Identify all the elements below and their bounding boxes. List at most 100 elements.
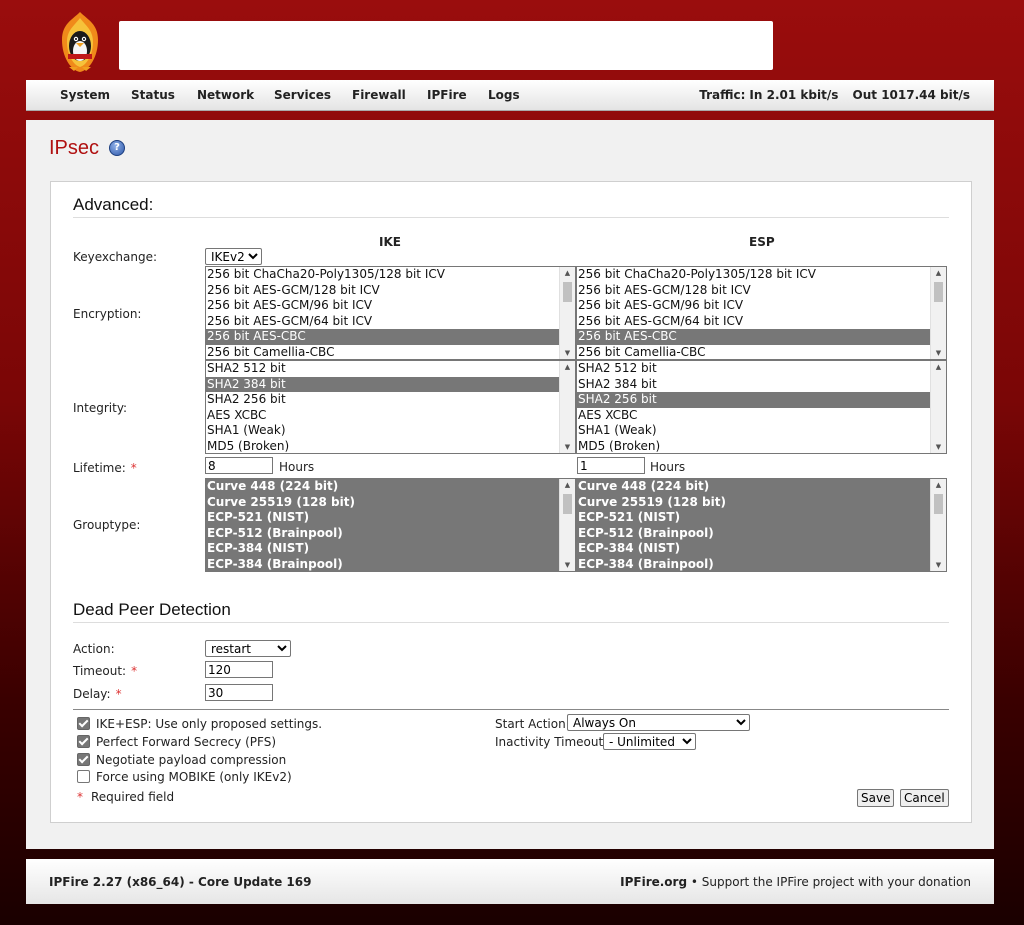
scroll-down-icon[interactable]: ▼ bbox=[560, 347, 575, 359]
use-only-proposed-checkbox[interactable]: IKE+ESP: Use only proposed settings. bbox=[77, 717, 322, 731]
list-option[interactable]: Curve 25519 (128 bit) bbox=[206, 494, 559, 510]
list-option[interactable]: 256 bit ChaCha20-Poly1305/128 bit ICV bbox=[206, 267, 559, 283]
scroll-thumb[interactable] bbox=[934, 282, 943, 302]
donation-link[interactable]: Support the IPFire project with your don… bbox=[702, 875, 971, 889]
scroll-down-icon[interactable]: ▼ bbox=[931, 441, 946, 453]
list-option[interactable]: ECP-384 (Brainpool) bbox=[577, 556, 930, 571]
scrollbar[interactable]: ▲ ▼ bbox=[930, 361, 946, 453]
scroll-down-icon[interactable]: ▼ bbox=[560, 441, 575, 453]
checkbox-box[interactable] bbox=[77, 735, 90, 748]
esp-lifetime-input[interactable] bbox=[577, 457, 645, 474]
list-option[interactable]: SHA2 256 bit bbox=[206, 392, 559, 408]
scroll-down-icon[interactable]: ▼ bbox=[931, 559, 946, 571]
list-option[interactable]: SHA2 384 bit bbox=[577, 377, 930, 393]
checkbox-box[interactable] bbox=[77, 770, 90, 783]
esp-column-header: ESP bbox=[749, 235, 775, 249]
scrollbar[interactable]: ▲ ▼ bbox=[930, 479, 946, 571]
options-divider bbox=[73, 709, 949, 710]
list-option[interactable]: 256 bit Camellia-CBC bbox=[206, 345, 559, 360]
menu-firewall[interactable]: Firewall bbox=[352, 88, 406, 102]
list-option[interactable]: AES XCBC bbox=[206, 408, 559, 424]
checkbox-box[interactable] bbox=[77, 717, 90, 730]
dpd-timeout-input[interactable] bbox=[205, 661, 273, 678]
scroll-up-icon[interactable]: ▲ bbox=[560, 361, 575, 373]
list-option[interactable]: 256 bit Camellia-CBC bbox=[577, 345, 930, 360]
list-option[interactable]: ECP-521 (NIST) bbox=[577, 510, 930, 526]
menu-network[interactable]: Network bbox=[197, 88, 254, 102]
scrollbar[interactable]: ▲ ▼ bbox=[559, 361, 575, 453]
list-option[interactable]: ECP-384 (NIST) bbox=[206, 541, 559, 557]
list-option[interactable]: Curve 25519 (128 bit) bbox=[577, 494, 930, 510]
list-option[interactable]: SHA2 384 bit bbox=[206, 376, 559, 392]
list-option[interactable]: SHA2 512 bit bbox=[577, 361, 930, 377]
list-option[interactable]: 256 bit AES-GCM/128 bit ICV bbox=[577, 283, 930, 299]
ipfire-org-link[interactable]: IPFire.org bbox=[620, 875, 687, 889]
scrollbar[interactable]: ▲ ▼ bbox=[930, 267, 946, 359]
mobike-checkbox[interactable]: Force using MOBIKE (only IKEv2) bbox=[77, 770, 292, 784]
ike-integrity-list[interactable]: SHA2 512 bit SHA2 384 bit SHA2 256 bit AES … bbox=[205, 360, 576, 454]
scroll-up-icon[interactable]: ▲ bbox=[560, 479, 575, 491]
dpd-action-select[interactable]: restart bbox=[205, 640, 291, 657]
list-option[interactable]: 256 bit AES-GCM/128 bit ICV bbox=[206, 283, 559, 299]
scroll-thumb[interactable] bbox=[563, 494, 572, 514]
list-option[interactable]: ECP-521 (NIST) bbox=[206, 510, 559, 526]
list-option[interactable]: 256 bit AES-GCM/64 bit ICV bbox=[577, 314, 930, 330]
list-option[interactable]: MD5 (Broken) bbox=[577, 439, 930, 454]
start-action-select[interactable]: Always On bbox=[567, 714, 750, 731]
list-option[interactable]: Curve 448 (224 bit) bbox=[577, 479, 930, 495]
required-asterisk: * bbox=[77, 790, 83, 804]
list-option[interactable]: SHA2 256 bit bbox=[577, 392, 930, 408]
ipfire-logo[interactable] bbox=[54, 10, 106, 74]
inactivity-timeout-select[interactable]: - Unlimited - bbox=[603, 733, 696, 750]
list-option[interactable]: 256 bit AES-CBC bbox=[206, 329, 559, 345]
menu-system[interactable]: System bbox=[60, 88, 110, 102]
menu-services[interactable]: Services bbox=[274, 88, 331, 102]
ike-encryption-list[interactable]: 256 bit ChaCha20-Poly1305/128 bit ICV 256… bbox=[205, 266, 576, 360]
save-button[interactable]: Save bbox=[857, 789, 895, 807]
scroll-down-icon[interactable]: ▼ bbox=[560, 559, 575, 571]
dpd-delay-label-text: Delay: bbox=[73, 687, 111, 701]
scroll-up-icon[interactable]: ▲ bbox=[560, 267, 575, 279]
dpd-delay-input[interactable] bbox=[205, 684, 273, 701]
pfs-checkbox[interactable]: Perfect Forward Secrecy (PFS) bbox=[77, 735, 276, 749]
encryption-label: Encryption: bbox=[73, 307, 142, 321]
scroll-up-icon[interactable]: ▲ bbox=[931, 361, 946, 373]
help-icon[interactable]: ? bbox=[109, 140, 125, 156]
scroll-thumb[interactable] bbox=[563, 282, 572, 302]
list-option[interactable]: ECP-384 (Brainpool) bbox=[206, 556, 559, 571]
list-option[interactable]: SHA2 512 bit bbox=[206, 361, 559, 377]
list-option[interactable]: 256 bit AES-GCM/96 bit ICV bbox=[577, 298, 930, 314]
ike-lifetime-input[interactable] bbox=[205, 457, 273, 474]
keyexchange-select[interactable]: IKEv2 bbox=[205, 248, 262, 265]
scroll-down-icon[interactable]: ▼ bbox=[931, 347, 946, 359]
esp-encryption-list[interactable]: 256 bit ChaCha20-Poly1305/128 bit ICV 256… bbox=[576, 266, 947, 360]
list-option[interactable]: Curve 448 (224 bit) bbox=[206, 479, 559, 495]
scroll-up-icon[interactable]: ▲ bbox=[931, 479, 946, 491]
page-title: IPsec bbox=[49, 137, 100, 159]
list-option[interactable]: ECP-512 (Brainpool) bbox=[206, 525, 559, 541]
list-option[interactable]: ECP-512 (Brainpool) bbox=[577, 525, 930, 541]
list-option[interactable]: SHA1 (Weak) bbox=[206, 423, 559, 439]
scrollbar[interactable]: ▲ ▼ bbox=[559, 479, 575, 571]
menu-ipfire[interactable]: IPFire bbox=[427, 88, 467, 102]
grouptype-label: Grouptype: bbox=[73, 518, 141, 532]
list-option[interactable]: SHA1 (Weak) bbox=[577, 423, 930, 439]
compression-checkbox[interactable]: Negotiate payload compression bbox=[77, 753, 286, 767]
list-option[interactable]: 256 bit AES-GCM/96 bit ICV bbox=[206, 298, 559, 314]
list-option[interactable]: MD5 (Broken) bbox=[206, 439, 559, 454]
scroll-up-icon[interactable]: ▲ bbox=[931, 267, 946, 279]
list-option[interactable]: AES XCBC bbox=[577, 408, 930, 424]
esp-grouptype-list[interactable]: Curve 448 (224 bit) Curve 25519 (128 bit)… bbox=[576, 478, 947, 572]
menu-logs[interactable]: Logs bbox=[488, 88, 520, 102]
ike-grouptype-list[interactable]: Curve 448 (224 bit) Curve 25519 (128 bit)… bbox=[205, 478, 576, 572]
esp-integrity-list[interactable]: SHA2 512 bit SHA2 384 bit SHA2 256 bit AES … bbox=[576, 360, 947, 454]
menu-status[interactable]: Status bbox=[131, 88, 175, 102]
scroll-thumb[interactable] bbox=[934, 494, 943, 514]
scrollbar[interactable]: ▲ ▼ bbox=[559, 267, 575, 359]
cancel-button[interactable]: Cancel bbox=[900, 789, 949, 807]
list-option[interactable]: 256 bit ChaCha20-Poly1305/128 bit ICV bbox=[577, 267, 930, 283]
checkbox-box[interactable] bbox=[77, 753, 90, 766]
list-option[interactable]: 256 bit AES-GCM/64 bit ICV bbox=[206, 314, 559, 330]
list-option[interactable]: ECP-384 (NIST) bbox=[577, 541, 930, 557]
list-option[interactable]: 256 bit AES-CBC bbox=[577, 329, 930, 345]
